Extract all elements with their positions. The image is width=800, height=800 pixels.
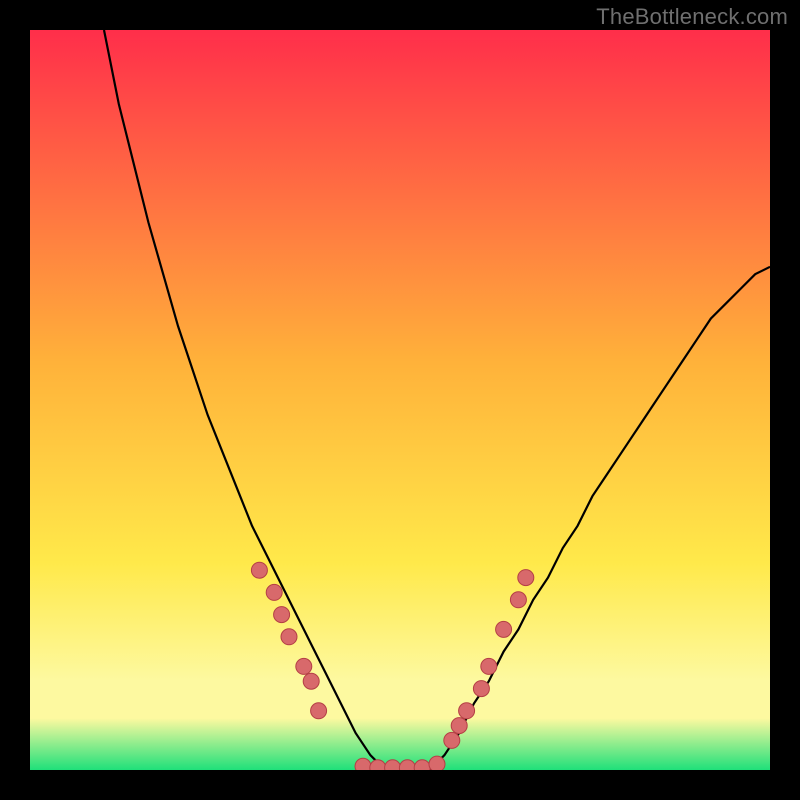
marker-left-5 (303, 673, 319, 689)
marker-right-0 (444, 732, 460, 748)
marker-left-4 (296, 658, 312, 674)
marker-right-6 (510, 592, 526, 608)
marker-left-2 (274, 607, 290, 623)
marker-right-7 (518, 570, 534, 586)
marker-left-0 (251, 562, 267, 578)
gradient-background (30, 30, 770, 770)
chart-svg (30, 30, 770, 770)
marker-right-1 (451, 718, 467, 734)
marker-right-5 (496, 621, 512, 637)
marker-right-2 (459, 703, 475, 719)
marker-bottom-0 (355, 758, 371, 770)
marker-right-3 (473, 681, 489, 697)
marker-left-1 (266, 584, 282, 600)
marker-left-3 (281, 629, 297, 645)
plot-area (30, 30, 770, 770)
marker-right-4 (481, 658, 497, 674)
marker-bottom-5 (429, 756, 445, 770)
marker-left-6 (311, 703, 327, 719)
watermark-text: TheBottleneck.com (596, 4, 788, 30)
chart-frame: TheBottleneck.com (0, 0, 800, 800)
